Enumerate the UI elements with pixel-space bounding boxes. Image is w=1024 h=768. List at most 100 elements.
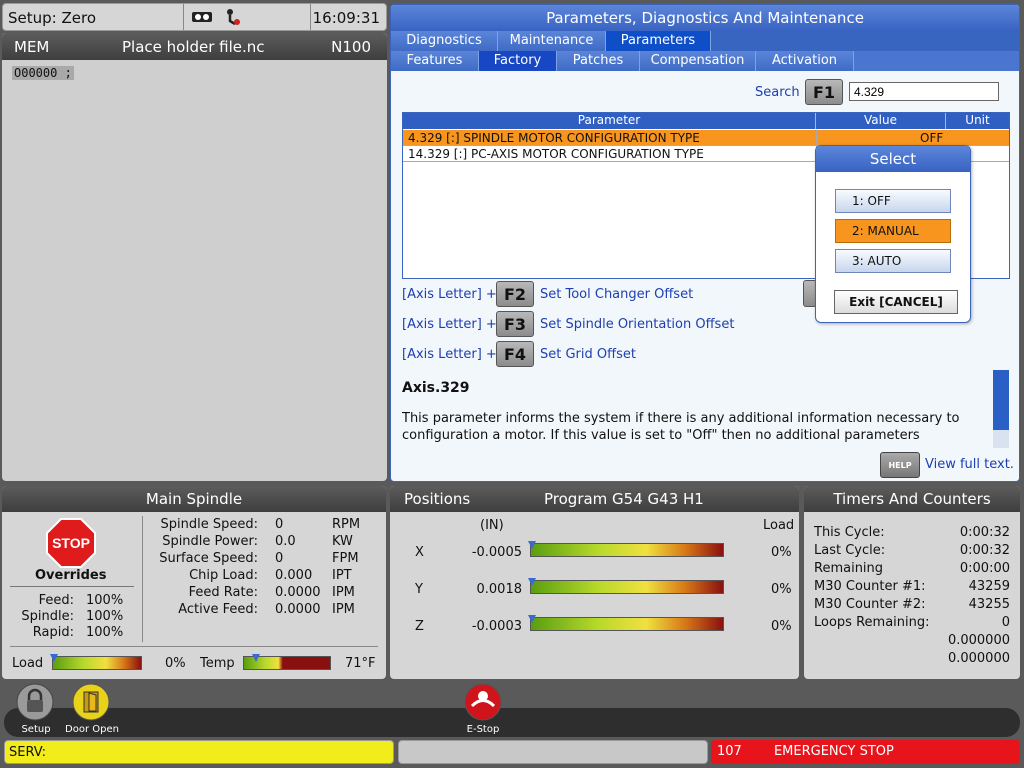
select-title: Select (816, 146, 970, 172)
setup-mode-label: Setup: Zero (8, 9, 97, 27)
override-spindle-label: Spindle: (21, 609, 74, 624)
tab-diagnostics[interactable]: Diagnostics (391, 31, 498, 51)
timer-label: Last Cycle: (814, 543, 886, 558)
program-mode: MEM (14, 38, 50, 56)
axis-x-load: 0% (771, 545, 792, 560)
table-row[interactable]: 4.329 [:] SPINDLE MOTOR CONFIGURATION TY… (403, 130, 1009, 146)
operator-lock-icon (227, 9, 240, 26)
parameters-title: Parameters, Diagnostics And Maintenance (391, 5, 1019, 31)
override-feed-label: Feed: (38, 593, 74, 608)
override-spindle-value: 100% (86, 609, 124, 624)
alarm-status-bar[interactable]: 107 EMERGENCY STOP (711, 740, 1020, 764)
axis-letter-label: [Axis Letter] + (402, 287, 497, 302)
program-filename: Place holder file.nc (122, 38, 265, 56)
stat-value: 0 (275, 551, 284, 566)
middle-status-bar (398, 740, 708, 764)
select-dialog: Select 1: OFF 2: MANUAL 3: AUTO Exit [CA… (815, 145, 971, 323)
action-desc: Set Grid Offset (540, 347, 636, 362)
f1-key-button[interactable]: F1 (805, 79, 843, 105)
estop-icon[interactable] (464, 683, 502, 721)
positions-header: Positions Program G54 G43 H1 (390, 486, 799, 512)
tab-compensation[interactable]: Compensation (640, 51, 756, 71)
search-input[interactable] (849, 82, 999, 101)
stat-unit: RPM (332, 517, 361, 532)
axis-y-value: 0.0018 (476, 582, 523, 597)
tab-patches[interactable]: Patches (557, 51, 640, 71)
timer-value: 0.000000 (947, 633, 1010, 648)
axis-z-load-bar (528, 615, 724, 631)
program-panel: MEM Place holder file.nc N100 O00000 ; (2, 33, 387, 481)
estop-label: E-Stop (466, 724, 500, 735)
timers-title: Timers And Counters (804, 486, 1020, 512)
scrollbar-thumb[interactable] (993, 370, 1009, 430)
top-status-bar: Setup: Zero 16:09:31 (2, 3, 387, 31)
option-off[interactable]: 1: OFF (835, 189, 951, 213)
load-label: Load (12, 656, 44, 671)
action-desc: Set Tool Changer Offset (540, 287, 694, 302)
overrides-title: Overrides (35, 568, 107, 583)
door-open-icon[interactable] (72, 683, 110, 721)
main-spindle-panel: Main Spindle STOP Overrides Feed: 100% S… (2, 486, 386, 679)
tab-maintenance[interactable]: Maintenance (498, 31, 606, 51)
serv-status-bar: SERV: (4, 740, 394, 764)
timer-label: Loops Remaining: (814, 615, 930, 630)
setup-lock-icon[interactable] (16, 683, 54, 721)
stat-unit: FPM (332, 551, 359, 566)
alarm-code: 107 (717, 744, 742, 759)
timers-panel: Timers And Counters This Cycle: 0:00:32 … (804, 486, 1020, 679)
tab-parameters[interactable]: Parameters (606, 31, 711, 51)
tab-features[interactable]: Features (391, 51, 479, 71)
timer-value: 43255 (968, 597, 1010, 612)
timer-value: 43259 (968, 579, 1010, 594)
timer-label: M30 Counter #2: (814, 597, 926, 612)
help-scrollbar[interactable] (993, 370, 1009, 448)
timer-value: 0:00:32 (959, 543, 1010, 558)
override-feed-value: 100% (86, 593, 124, 608)
stat-unit: IPT (332, 568, 352, 583)
serv-label: SERV: (9, 745, 47, 760)
status-icons (183, 4, 311, 30)
help-body: This parameter informs the system if the… (402, 411, 960, 443)
temp-value: 71°F (345, 656, 376, 671)
load-marker (50, 654, 58, 662)
spindle-title: Main Spindle (2, 486, 386, 512)
temp-label: Temp (200, 656, 235, 671)
stat-label: Active Feed: (178, 602, 258, 617)
secondary-tabs: Features Factory Patches Compensation Ac… (391, 51, 1019, 71)
stop-sign-icon[interactable]: STOP (46, 518, 96, 568)
tab-factory[interactable]: Factory (479, 51, 557, 71)
load-marker (528, 578, 536, 586)
timer-label: Remaining (814, 561, 884, 576)
help-button[interactable]: HELP (880, 452, 920, 478)
stat-value: 0.000 (275, 568, 313, 583)
option-manual[interactable]: 2: MANUAL (835, 219, 951, 243)
tab-activation[interactable]: Activation (756, 51, 854, 71)
exit-cancel-button[interactable]: Exit [CANCEL] (834, 290, 958, 314)
override-rapid-label: Rapid: (32, 625, 74, 640)
axis-x-value: -0.0005 (471, 545, 522, 560)
program-code-line[interactable]: O00000 ; (12, 66, 74, 80)
stat-label: Surface Speed: (159, 551, 258, 566)
spindle-temp-bar (243, 654, 331, 670)
timer-label: This Cycle: (814, 525, 885, 540)
axis-z-label: Z (415, 619, 424, 634)
f2-key-button[interactable]: F2 (496, 281, 534, 307)
program-header: MEM Place holder file.nc N100 (2, 33, 387, 60)
control-bar (4, 708, 1020, 737)
door-open-label: Door Open (65, 724, 119, 735)
col-unit: Unit (946, 113, 1009, 129)
col-value: Value (816, 113, 946, 129)
option-auto[interactable]: 3: AUTO (835, 249, 951, 273)
stat-label: Chip Load: (189, 568, 258, 583)
temp-marker (252, 654, 260, 662)
timer-value: 0:00:00 (959, 561, 1010, 576)
stat-value: 0.0000 (275, 602, 321, 617)
stat-unit: IPM (332, 602, 355, 617)
f4-key-button[interactable]: F4 (496, 341, 534, 367)
stat-label: Spindle Speed: (160, 517, 258, 532)
param-name: 14.329 [:] PC-AXIS MOTOR CONFIGURATION T… (408, 147, 704, 161)
f3-key-button[interactable]: F3 (496, 311, 534, 337)
help-title: Axis.329 (402, 380, 470, 396)
view-full-text-link[interactable]: View full text. (925, 457, 1014, 472)
action-grid-offset: [Axis Letter] + F4 Set Grid Offset (402, 341, 802, 373)
